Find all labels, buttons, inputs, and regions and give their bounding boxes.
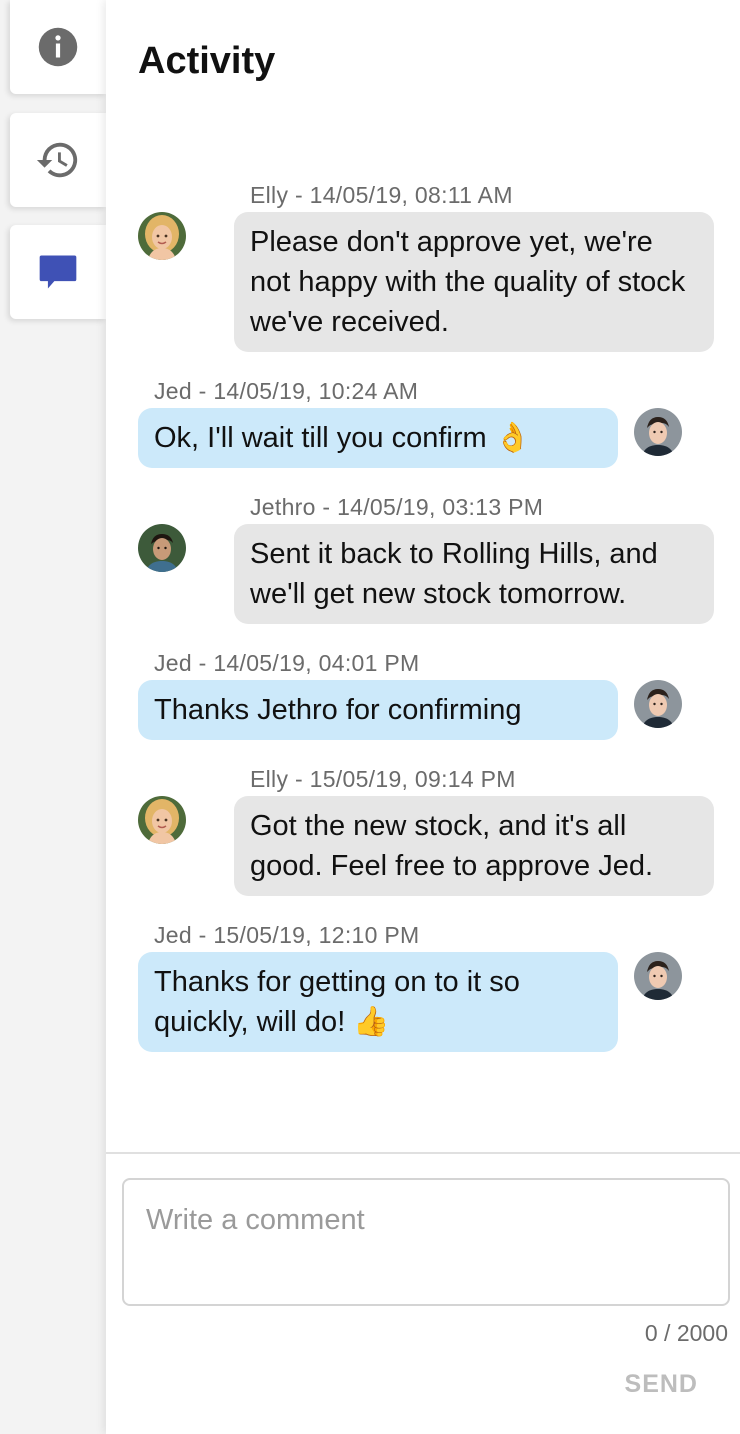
message-meta: Jed - 14/05/19, 04:01 PM — [154, 650, 420, 676]
comment-icon — [39, 255, 77, 289]
message-bubble: Thanks for getting on to it so quickly, … — [138, 952, 618, 1052]
message-meta: Elly - 14/05/19, 08:11 AM — [250, 182, 513, 208]
avatar-jed[interactable] — [634, 680, 682, 728]
message-meta: Elly - 15/05/19, 09:14 PM — [250, 766, 516, 792]
character-counter: 0 / 2000 — [644, 1320, 728, 1346]
send-button[interactable]: SEND — [625, 1370, 698, 1399]
avatar-elly[interactable] — [138, 796, 186, 844]
side-tab-rail — [0, 0, 106, 1434]
page-title: Activity — [138, 40, 276, 82]
message-meta: Jed - 14/05/19, 10:24 AM — [154, 378, 419, 404]
message-bubble: Got the new stock, and it's all good. Fe… — [234, 796, 714, 896]
message-bubble: Please don't approve yet, we're not happ… — [234, 212, 714, 352]
message-bubble: Sent it back to Rolling Hills, and we'll… — [234, 524, 714, 624]
message-meta: Jethro - 14/05/19, 03:13 PM — [250, 494, 544, 520]
avatar-jethro[interactable] — [138, 524, 186, 572]
message-meta: Jed - 15/05/19, 12:10 PM — [154, 922, 420, 948]
tab-comments[interactable] — [10, 225, 106, 319]
message-bubble: Thanks Jethro for confirming — [138, 680, 618, 740]
tab-info[interactable] — [10, 0, 106, 94]
tab-history[interactable] — [10, 113, 106, 207]
composer-divider — [106, 1152, 740, 1154]
avatar-jed[interactable] — [634, 408, 682, 456]
comment-input[interactable] — [124, 1180, 728, 1304]
history-icon — [36, 142, 78, 178]
message-bubble: Ok, I'll wait till you confirm 👌 — [138, 408, 618, 468]
activity-panel: Activity Elly - 14/05/19, 08:11 AM Pleas… — [106, 0, 740, 1434]
info-icon — [38, 27, 78, 67]
comment-box — [122, 1178, 730, 1306]
avatar-elly[interactable] — [138, 212, 186, 260]
avatar-jed[interactable] — [634, 952, 682, 1000]
app-root: Activity Elly - 14/05/19, 08:11 AM Pleas… — [0, 0, 740, 1434]
